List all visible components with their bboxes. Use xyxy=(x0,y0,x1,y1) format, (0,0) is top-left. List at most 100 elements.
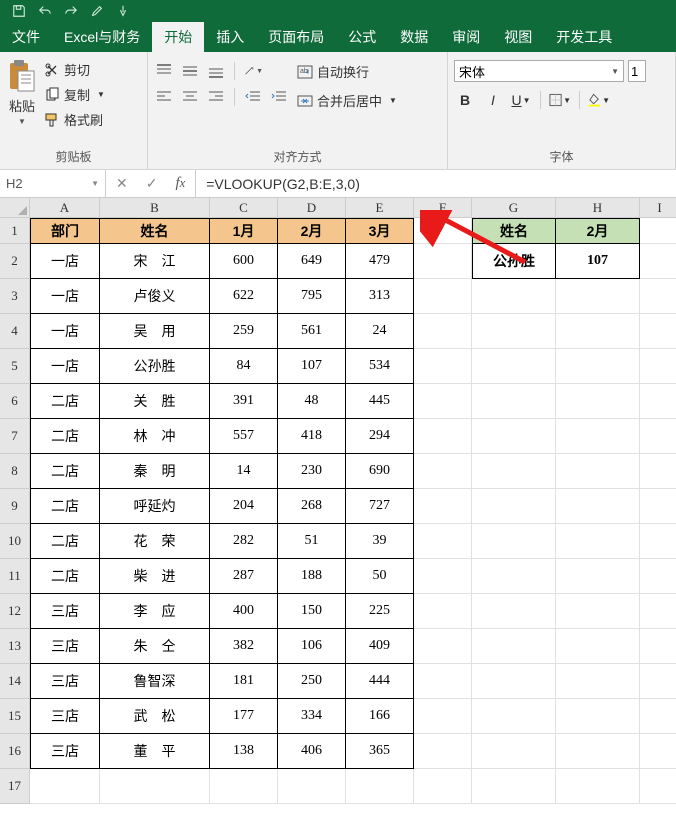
cell-G4[interactable] xyxy=(472,314,556,349)
cell-H6[interactable] xyxy=(556,384,640,419)
cell-A10[interactable]: 二店 xyxy=(30,524,100,559)
cell-C14[interactable]: 181 xyxy=(210,664,278,699)
col-header-F[interactable]: F xyxy=(414,198,472,218)
row-header-12[interactable]: 12 xyxy=(0,594,30,629)
cell-D16[interactable]: 406 xyxy=(278,734,346,769)
col-header-I[interactable]: I xyxy=(640,198,676,218)
cell-C12[interactable]: 400 xyxy=(210,594,278,629)
cell-D17[interactable] xyxy=(278,769,346,804)
cell-C2[interactable]: 600 xyxy=(210,244,278,279)
cell-E9[interactable]: 727 xyxy=(346,489,414,524)
cell-E13[interactable]: 409 xyxy=(346,629,414,664)
row-header-1[interactable]: 1 xyxy=(0,218,30,244)
row-header-6[interactable]: 6 xyxy=(0,384,30,419)
cell-B10[interactable]: 花 荣 xyxy=(100,524,210,559)
cell-F10[interactable] xyxy=(414,524,472,559)
align-top-button[interactable] xyxy=(154,62,174,80)
tab-4[interactable]: 页面布局 xyxy=(256,22,336,52)
cell-D5[interactable]: 107 xyxy=(278,349,346,384)
cell-G6[interactable] xyxy=(472,384,556,419)
row-header-5[interactable]: 5 xyxy=(0,349,30,384)
cell-C17[interactable] xyxy=(210,769,278,804)
border-button[interactable]: ▼ xyxy=(549,90,571,110)
cell-A16[interactable]: 三店 xyxy=(30,734,100,769)
cell-I4[interactable] xyxy=(640,314,676,349)
cell-B1[interactable]: 姓名 xyxy=(100,218,210,244)
row-header-14[interactable]: 14 xyxy=(0,664,30,699)
cell-A17[interactable] xyxy=(30,769,100,804)
tab-2[interactable]: 开始 xyxy=(152,22,204,52)
cell-E7[interactable]: 294 xyxy=(346,419,414,454)
cell-D10[interactable]: 51 xyxy=(278,524,346,559)
cell-C9[interactable]: 204 xyxy=(210,489,278,524)
cell-C16[interactable]: 138 xyxy=(210,734,278,769)
cell-H15[interactable] xyxy=(556,699,640,734)
cell-B12[interactable]: 李 应 xyxy=(100,594,210,629)
cell-H7[interactable] xyxy=(556,419,640,454)
cell-G12[interactable] xyxy=(472,594,556,629)
bold-button[interactable]: B xyxy=(454,90,476,110)
cell-G1[interactable]: 姓名 xyxy=(472,218,556,244)
cell-D15[interactable]: 334 xyxy=(278,699,346,734)
cell-G11[interactable] xyxy=(472,559,556,594)
cell-E4[interactable]: 24 xyxy=(346,314,414,349)
col-header-D[interactable]: D xyxy=(278,198,346,218)
cut-button[interactable]: 剪切 xyxy=(44,60,105,79)
select-all-button[interactable] xyxy=(0,198,30,218)
cell-G2[interactable]: 公孙胜 xyxy=(472,244,556,279)
cell-H17[interactable] xyxy=(556,769,640,804)
cell-E5[interactable]: 534 xyxy=(346,349,414,384)
cell-A2[interactable]: 一店 xyxy=(30,244,100,279)
cell-I11[interactable] xyxy=(640,559,676,594)
tab-1[interactable]: Excel与财务 xyxy=(52,22,152,52)
cell-I7[interactable] xyxy=(640,419,676,454)
cell-A14[interactable]: 三店 xyxy=(30,664,100,699)
tab-5[interactable]: 公式 xyxy=(336,22,388,52)
cell-D9[interactable]: 268 xyxy=(278,489,346,524)
cell-A7[interactable]: 二店 xyxy=(30,419,100,454)
cell-C6[interactable]: 391 xyxy=(210,384,278,419)
cell-G10[interactable] xyxy=(472,524,556,559)
cell-G8[interactable] xyxy=(472,454,556,489)
cell-H9[interactable] xyxy=(556,489,640,524)
enter-formula-button[interactable]: ✓ xyxy=(146,175,158,192)
col-header-A[interactable]: A xyxy=(30,198,100,218)
cell-B11[interactable]: 柴 进 xyxy=(100,559,210,594)
cell-B3[interactable]: 卢俊义 xyxy=(100,279,210,314)
cell-G14[interactable] xyxy=(472,664,556,699)
cell-I10[interactable] xyxy=(640,524,676,559)
name-box[interactable]: H2 ▼ xyxy=(0,170,106,197)
redo-icon[interactable] xyxy=(62,2,80,20)
cell-C11[interactable]: 287 xyxy=(210,559,278,594)
cell-A15[interactable]: 三店 xyxy=(30,699,100,734)
cell-F12[interactable] xyxy=(414,594,472,629)
cell-F7[interactable] xyxy=(414,419,472,454)
cell-I12[interactable] xyxy=(640,594,676,629)
cell-H3[interactable] xyxy=(556,279,640,314)
copy-button[interactable]: 复制▼ xyxy=(44,85,105,104)
cell-A13[interactable]: 三店 xyxy=(30,629,100,664)
cell-C3[interactable]: 622 xyxy=(210,279,278,314)
format-painter-button[interactable]: 格式刷 xyxy=(44,110,105,129)
cell-D3[interactable]: 795 xyxy=(278,279,346,314)
cell-C8[interactable]: 14 xyxy=(210,454,278,489)
cell-D1[interactable]: 2月 xyxy=(278,218,346,244)
cell-I5[interactable] xyxy=(640,349,676,384)
cell-F2[interactable] xyxy=(414,244,472,279)
cell-A1[interactable]: 部门 xyxy=(30,218,100,244)
cell-B8[interactable]: 秦 明 xyxy=(100,454,210,489)
cell-F4[interactable] xyxy=(414,314,472,349)
cell-A5[interactable]: 一店 xyxy=(30,349,100,384)
cell-B17[interactable] xyxy=(100,769,210,804)
cell-F5[interactable] xyxy=(414,349,472,384)
tab-8[interactable]: 视图 xyxy=(492,22,544,52)
tab-0[interactable]: 文件 xyxy=(0,22,52,52)
save-icon[interactable] xyxy=(10,2,28,20)
cell-B9[interactable]: 呼延灼 xyxy=(100,489,210,524)
cell-D2[interactable]: 649 xyxy=(278,244,346,279)
cell-E1[interactable]: 3月 xyxy=(346,218,414,244)
cancel-formula-button[interactable]: ✕ xyxy=(116,175,128,192)
cell-H2[interactable]: 107 xyxy=(556,244,640,279)
align-bottom-button[interactable] xyxy=(206,62,226,80)
cell-C15[interactable]: 177 xyxy=(210,699,278,734)
